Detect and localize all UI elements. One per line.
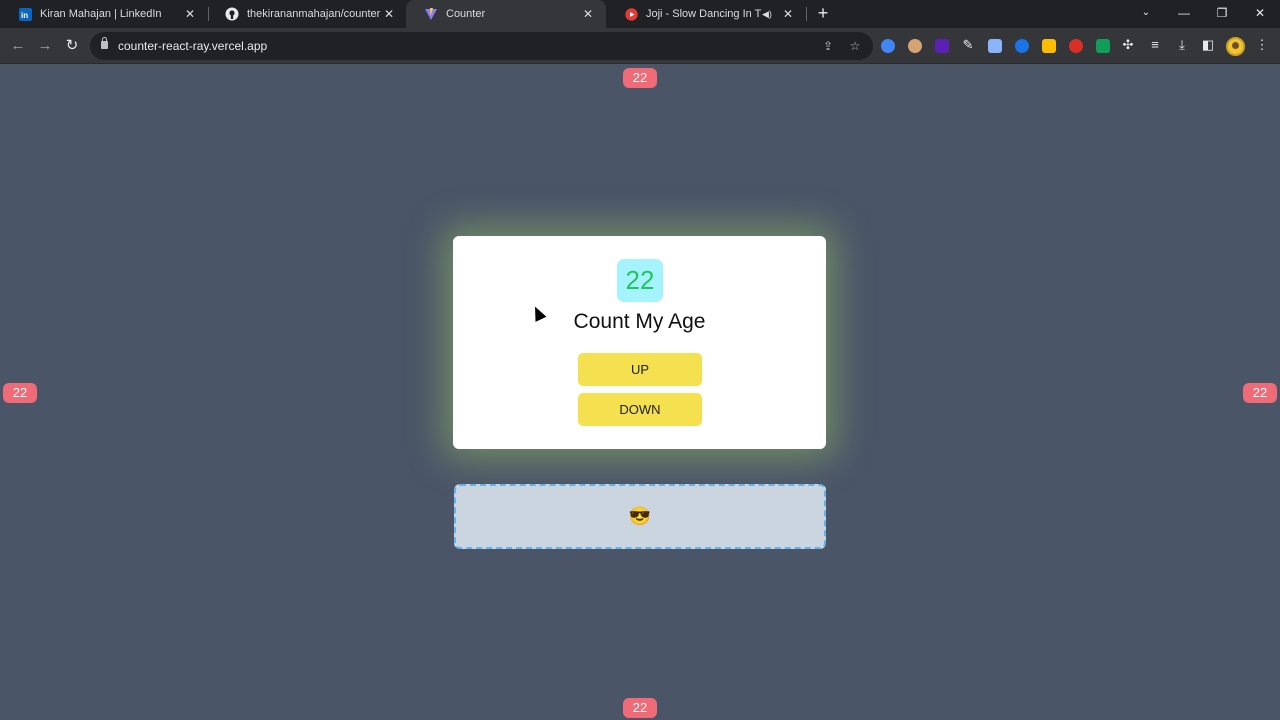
reload-button[interactable]: ↻ <box>61 35 83 57</box>
download-icon[interactable]: ⤓ <box>1172 35 1192 55</box>
tab-github[interactable]: thekirananmahajan/counter ✕ <box>207 0 407 28</box>
extension-icon[interactable] <box>1015 39 1029 53</box>
share-icon[interactable]: ⇪ <box>819 37 837 55</box>
media-controls-icon[interactable]: ≡ <box>1145 35 1165 55</box>
extension-icon[interactable] <box>935 39 949 53</box>
tab-title: Counter <box>446 8 486 20</box>
new-tab-button[interactable]: + <box>812 2 834 24</box>
color-picker-icon[interactable]: ✎ <box>958 35 978 55</box>
tab-counter[interactable]: Counter ✕ <box>406 0 606 28</box>
count-badge-left: 22 <box>3 383 37 403</box>
url-text[interactable]: counter-react-ray.vercel.app <box>118 39 267 53</box>
bookmark-star-icon[interactable]: ☆ <box>846 37 864 55</box>
count-badge-bottom: 22 <box>623 698 657 718</box>
browser-toolbar: ← → ↻ counter-react-ray.vercel.app ⇪ ☆ ✎… <box>0 28 1280 64</box>
tab-linkedin[interactable]: in Kiran Mahajan | LinkedIn ✕ <box>0 0 208 28</box>
close-tab-icon[interactable]: ✕ <box>381 7 397 21</box>
counter-card: 22 Count My Age UP DOWN <box>453 236 826 449</box>
extensions-puzzle-icon[interactable]: ✣ <box>1118 35 1138 55</box>
close-tab-icon[interactable]: ✕ <box>780 7 796 21</box>
linkedin-icon: in <box>18 7 32 21</box>
page-title: Count My Age <box>573 310 706 333</box>
forward-button[interactable]: → <box>34 35 56 57</box>
extension-icon[interactable] <box>1069 39 1083 53</box>
up-button[interactable]: UP <box>578 353 702 386</box>
extension-icon[interactable] <box>1096 39 1110 53</box>
sunglasses-emoji-icon: 😎 <box>628 506 652 526</box>
back-button[interactable]: ← <box>7 35 29 57</box>
emoji-display: 😎 <box>454 484 826 549</box>
profile-avatar[interactable] <box>1226 37 1245 56</box>
close-tab-icon[interactable]: ✕ <box>182 7 198 21</box>
side-panel-icon[interactable]: ◧ <box>1198 35 1218 55</box>
youtube-icon <box>624 7 638 21</box>
tab-strip: in Kiran Mahajan | LinkedIn ✕ thekiranan… <box>0 0 1280 28</box>
down-button[interactable]: DOWN <box>578 393 702 426</box>
minimize-button[interactable]: — <box>1169 2 1199 24</box>
menu-icon[interactable]: ⋮ <box>1252 35 1272 55</box>
audio-playing-icon[interactable]: ◀) <box>762 9 776 20</box>
tab-divider <box>806 7 807 21</box>
close-window-button[interactable]: ✕ <box>1245 2 1275 24</box>
close-tab-icon[interactable]: ✕ <box>580 7 596 21</box>
extension-icon[interactable] <box>881 39 895 53</box>
count-display: 22 <box>617 259 663 302</box>
extension-icon[interactable] <box>1042 39 1056 53</box>
restore-button[interactable]: ❐ <box>1207 2 1237 24</box>
address-bar[interactable]: counter-react-ray.vercel.app ⇪ ☆ <box>90 32 873 60</box>
tab-title: Kiran Mahajan | LinkedIn <box>40 8 162 20</box>
lock-icon[interactable] <box>101 37 108 49</box>
tab-search-icon[interactable]: ⌄ <box>1131 2 1161 24</box>
tab-youtube[interactable]: Joji - Slow Dancing In The D ◀) ✕ <box>606 0 806 28</box>
count-badge-top: 22 <box>623 68 657 88</box>
vite-icon <box>424 7 438 21</box>
tab-title: Joji - Slow Dancing In The D <box>646 8 762 20</box>
svg-text:in: in <box>21 11 28 20</box>
extension-avatar-icon[interactable] <box>908 39 922 53</box>
tab-title: thekirananmahajan/counter <box>247 8 381 20</box>
github-icon <box>225 7 239 21</box>
count-badge-right: 22 <box>1243 383 1277 403</box>
extension-icon[interactable] <box>988 39 1002 53</box>
